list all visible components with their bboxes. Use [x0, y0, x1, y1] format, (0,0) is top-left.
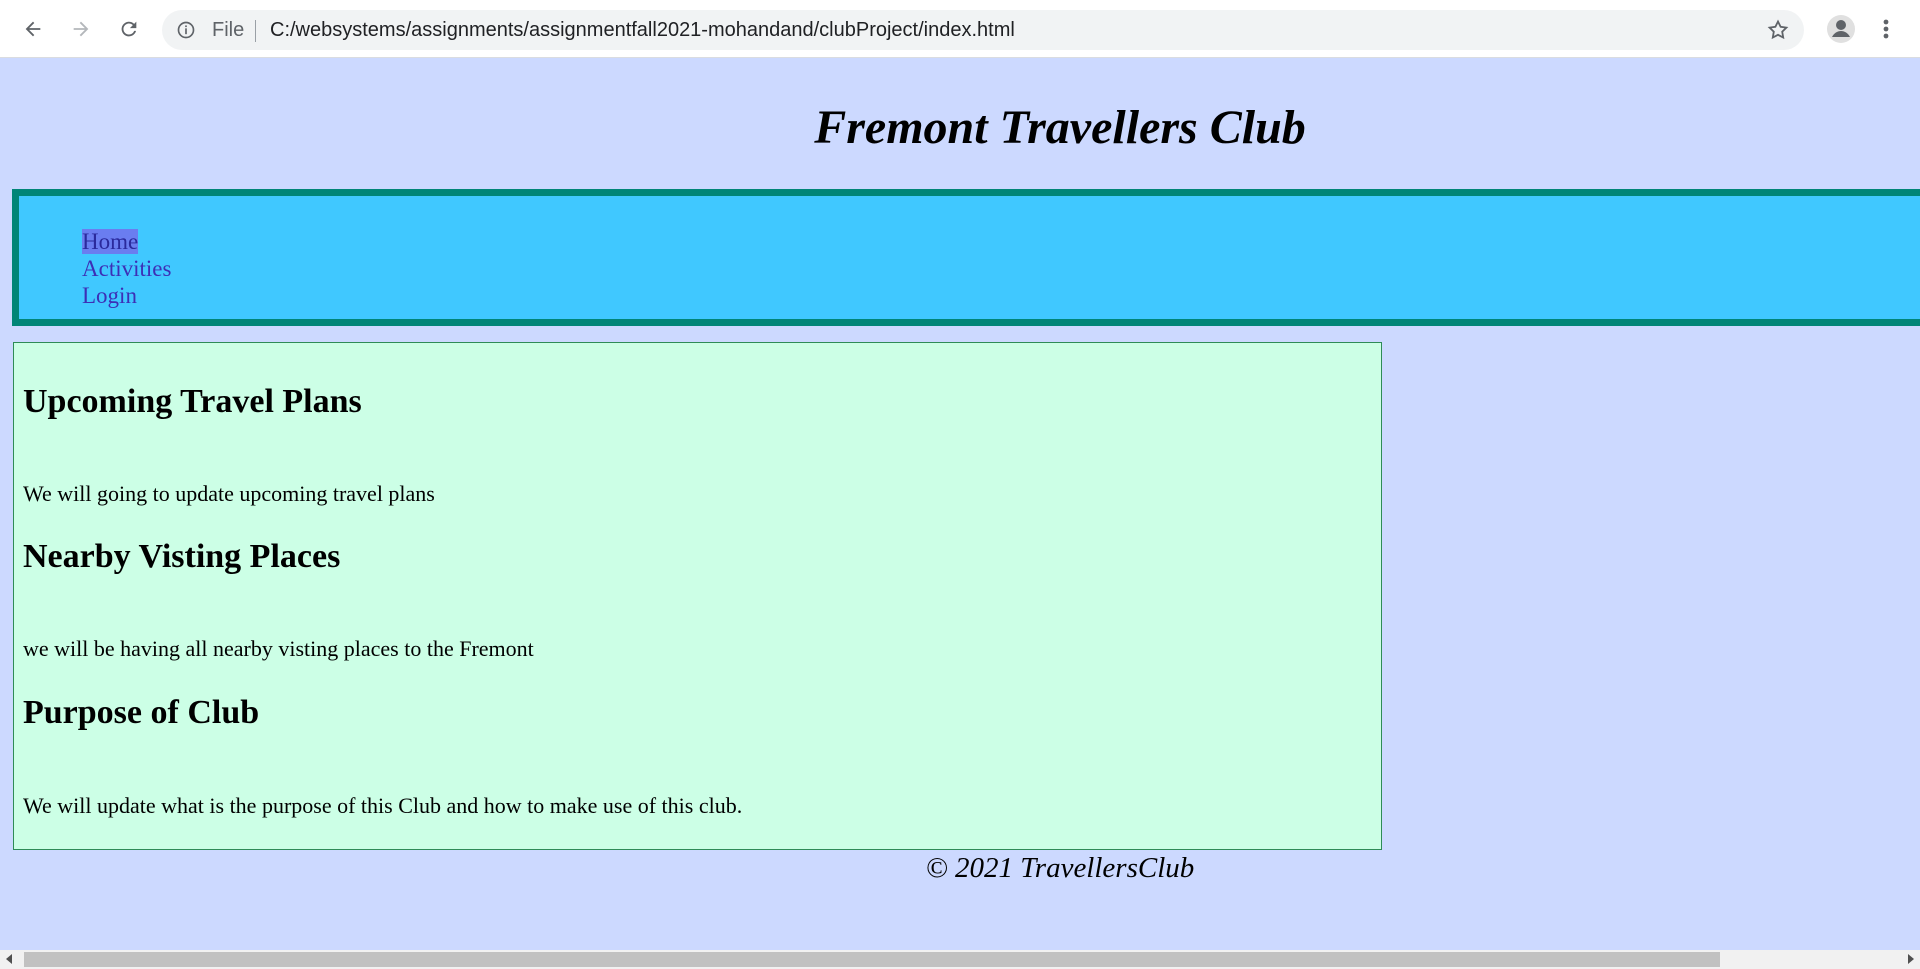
file-label: File	[212, 19, 245, 41]
section-heading-upcoming: Upcoming Travel Plans	[23, 383, 362, 420]
scroll-right-icon[interactable]	[1908, 954, 1914, 964]
arrow-left-icon	[25, 21, 41, 37]
kebab-menu-icon[interactable]	[1876, 14, 1896, 44]
reload-button[interactable]	[114, 14, 144, 44]
section-text-purpose: We will update what is the purpose of th…	[23, 793, 743, 818]
section-heading-nearby: Nearby Visting Places	[23, 538, 341, 575]
info-icon[interactable]	[176, 20, 196, 40]
url-text[interactable]: C:/websystems/assignments/assignmentfall…	[270, 19, 1015, 42]
browser-toolbar: File C:/websystems/assignments/assignmen…	[0, 0, 1920, 58]
arrow-right-icon	[73, 21, 89, 37]
nav-link-login[interactable]: Login	[82, 283, 137, 308]
section-heading-purpose: Purpose of Club	[23, 694, 260, 731]
horizontal-scrollbar[interactable]	[0, 950, 1920, 969]
nav-item-activities: Activities	[82, 255, 171, 282]
nav-link-activities[interactable]: Activities	[82, 256, 171, 281]
nav-item-login: Login	[82, 282, 171, 309]
reload-icon	[121, 21, 137, 37]
scroll-left-icon[interactable]	[6, 954, 12, 964]
scrollbar-thumb[interactable]	[24, 952, 1720, 967]
omnibox-separator	[255, 20, 256, 42]
nav-link-home[interactable]: Home	[82, 229, 139, 254]
back-button[interactable]	[18, 14, 48, 44]
nav-list: Home Activities Login	[82, 228, 171, 309]
nav-item-home: Home	[82, 228, 171, 255]
profile-icon[interactable]	[1826, 14, 1856, 44]
page-title: Fremont Travellers Club	[814, 101, 1306, 154]
main-nav: Home Activities Login	[12, 189, 1920, 326]
star-icon[interactable]	[1766, 18, 1790, 42]
address-bar[interactable]: File C:/websystems/assignments/assignmen…	[162, 10, 1804, 50]
footer: © 2021 TravellersClub	[925, 852, 1195, 884]
section-text-nearby: we will be having all nearby visting pla…	[23, 636, 534, 661]
main-content: Upcoming Travel Plans We will going to u…	[13, 342, 1382, 850]
forward-button[interactable]	[66, 14, 96, 44]
section-text-upcoming: We will going to update upcoming travel …	[23, 481, 435, 506]
